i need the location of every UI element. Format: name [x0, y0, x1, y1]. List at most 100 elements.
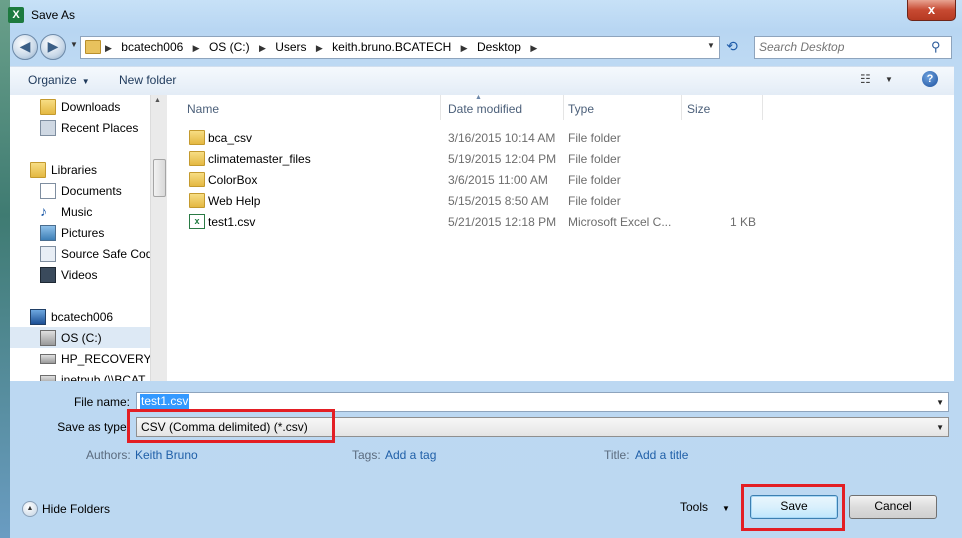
sidebar-item-label: HP_RECOVERY (D [61, 352, 150, 366]
search-box[interactable]: ⚲ [754, 36, 952, 59]
title-label: Title: [604, 448, 630, 462]
highlight-box-save [741, 484, 845, 531]
forward-arrow-icon[interactable]: ▶ [40, 34, 66, 60]
sidebar-item-libraries[interactable]: Libraries [10, 159, 150, 180]
sidebar-item-inetpub[interactable]: inetpub (\\BCAT [10, 369, 150, 381]
sidebar-item-os-c[interactable]: OS (C:) [10, 327, 150, 348]
file-list[interactable]: ▲ Name Date modified Type Size bca_csv 3… [167, 94, 954, 381]
tags-label: Tags: [352, 448, 381, 462]
organize-button[interactable]: Organize ▼ [28, 73, 90, 87]
sidebar-item-pictures[interactable]: Pictures [10, 222, 150, 243]
highlight-box-save-as-type [127, 409, 335, 443]
chevron-right-icon[interactable]: ▶ [105, 43, 112, 53]
back-arrow-icon[interactable]: ◀ [12, 34, 38, 60]
sidebar-item-source-safe-code[interactable]: Source Safe Code [10, 243, 150, 264]
window-title: Save As [31, 8, 76, 22]
sidebar-item-computer[interactable]: bcatech006 [10, 306, 150, 327]
breadcrumb-users[interactable]: Users [275, 40, 306, 54]
column-header-size[interactable]: Size [682, 95, 763, 120]
scrollbar-thumb[interactable] [153, 159, 166, 197]
folder-icon [189, 193, 205, 208]
sidebar-item-recent-places[interactable]: Recent Places [10, 117, 150, 138]
title-bar[interactable]: X Save As x [0, 0, 962, 30]
sidebar-item-label: Recent Places [61, 121, 139, 135]
file-date: 5/15/2015 8:50 AM [448, 194, 549, 208]
save-options-panel: File name: test1.csv ▼ Save as type: CSV… [10, 381, 954, 538]
sidebar-item-label: OS (C:) [61, 331, 102, 345]
address-bar[interactable]: ▶ bcatech006 ▶ OS (C:) ▶ Users ▶ keith.b… [80, 36, 720, 59]
search-input[interactable] [759, 39, 927, 54]
authors-value[interactable]: Keith Bruno [135, 448, 198, 462]
file-type: File folder [568, 152, 621, 166]
sidebar-item-label: Pictures [61, 226, 105, 240]
excel-icon: X [8, 7, 24, 23]
refresh-icon[interactable]: ⟲ [722, 36, 742, 57]
sidebar-item-music[interactable]: ♪ Music [10, 201, 150, 222]
file-row[interactable]: x test1.csv 5/21/2015 12:18 PM Microsoft… [167, 211, 954, 232]
chevron-right-icon[interactable]: ▶ [316, 43, 323, 53]
file-type: File folder [568, 173, 621, 187]
close-button[interactable]: x [907, 0, 956, 21]
column-header-type[interactable]: Type [563, 95, 682, 120]
breadcrumb-bcatech006[interactable]: bcatech006 [121, 40, 183, 54]
cancel-button[interactable]: Cancel [849, 495, 937, 519]
chevron-down-icon: ▼ [81, 77, 90, 86]
file-row[interactable]: Web Help 5/15/2015 8:50 AM File folder [167, 190, 954, 211]
scroll-up-arrow-icon[interactable]: ▲ [154, 97, 161, 104]
column-header-label: Type [568, 102, 595, 116]
navigation-pane[interactable]: Downloads Recent Places Libraries Docume… [10, 95, 150, 381]
tools-button[interactable]: Tools ▼ [680, 500, 730, 514]
libraries-icon [30, 162, 46, 178]
excel-csv-icon: x [189, 214, 205, 229]
file-name: bca_csv [208, 131, 253, 145]
file-name-input[interactable]: test1.csv [140, 394, 190, 409]
recent-pages-dropdown[interactable]: ▼ [70, 40, 78, 49]
sidebar-item-label: Libraries [51, 163, 98, 177]
chevron-down-icon: ▼ [722, 504, 730, 513]
sidebar-item-documents[interactable]: Documents [10, 180, 150, 201]
sidebar-item-hp-recovery[interactable]: HP_RECOVERY (D [10, 348, 150, 369]
file-row[interactable]: ColorBox 3/6/2015 11:00 AM File folder [167, 169, 954, 190]
sidebar-item-label: Downloads [61, 100, 121, 114]
chevron-up-icon: ▲ [22, 501, 38, 517]
folder-icon [189, 172, 205, 187]
chevron-right-icon[interactable]: ▶ [259, 43, 266, 53]
breadcrumb-desktop[interactable]: Desktop [477, 40, 521, 54]
breadcrumb-os-c[interactable]: OS (C:) [209, 40, 250, 54]
title-value[interactable]: Add a title [635, 448, 688, 462]
sidebar-item-videos[interactable]: Videos [10, 264, 150, 285]
file-date: 5/19/2015 12:04 PM [448, 152, 557, 166]
file-type: File folder [568, 131, 621, 145]
view-dropdown[interactable]: ▼ [885, 75, 893, 84]
view-options-icon[interactable]: ☷ [860, 72, 876, 88]
file-row[interactable]: bca_csv 3/16/2015 10:14 AM File folder [167, 127, 954, 148]
column-header-date-modified[interactable]: Date modified [443, 95, 564, 120]
tags-value[interactable]: Add a tag [385, 448, 436, 462]
search-icon[interactable]: ⚲ [931, 39, 947, 55]
file-name: test1.csv [208, 215, 256, 229]
file-size: 1 KB [730, 215, 757, 229]
file-name: climatemaster_files [208, 152, 311, 166]
file-row[interactable]: climatemaster_files 5/19/2015 12:04 PM F… [167, 148, 954, 169]
column-header-name[interactable]: Name [182, 95, 441, 120]
chevron-right-icon[interactable]: ▶ [193, 43, 200, 53]
chevron-right-icon[interactable]: ▶ [530, 43, 537, 53]
help-icon[interactable]: ? [922, 71, 938, 87]
chevron-right-icon[interactable]: ▶ [461, 43, 468, 53]
folder-icon [189, 130, 205, 145]
sidebar-item-label: Documents [61, 184, 122, 198]
chevron-down-icon[interactable]: ▼ [936, 423, 944, 432]
drive-icon [40, 354, 56, 364]
navigation-pane-scrollbar[interactable]: ▲ [150, 95, 167, 381]
navigation-bar: ◀ ▶ ▼ ▶ bcatech006 ▶ OS (C:) ▶ Users ▶ k… [10, 34, 954, 60]
new-folder-button[interactable]: New folder [119, 73, 176, 87]
file-date: 3/16/2015 10:14 AM [448, 131, 556, 145]
hide-folders-label: Hide Folders [42, 502, 111, 516]
sidebar-item-downloads[interactable]: Downloads [10, 96, 150, 117]
chevron-down-icon[interactable]: ▼ [936, 398, 944, 407]
address-dropdown[interactable]: ▼ [707, 41, 715, 50]
sidebar-item-label: Source Safe Code [61, 247, 150, 261]
file-type: Microsoft Excel C... [568, 215, 672, 229]
pictures-icon [40, 225, 56, 241]
breadcrumb-user-folder[interactable]: keith.bruno.BCATECH [332, 40, 451, 54]
